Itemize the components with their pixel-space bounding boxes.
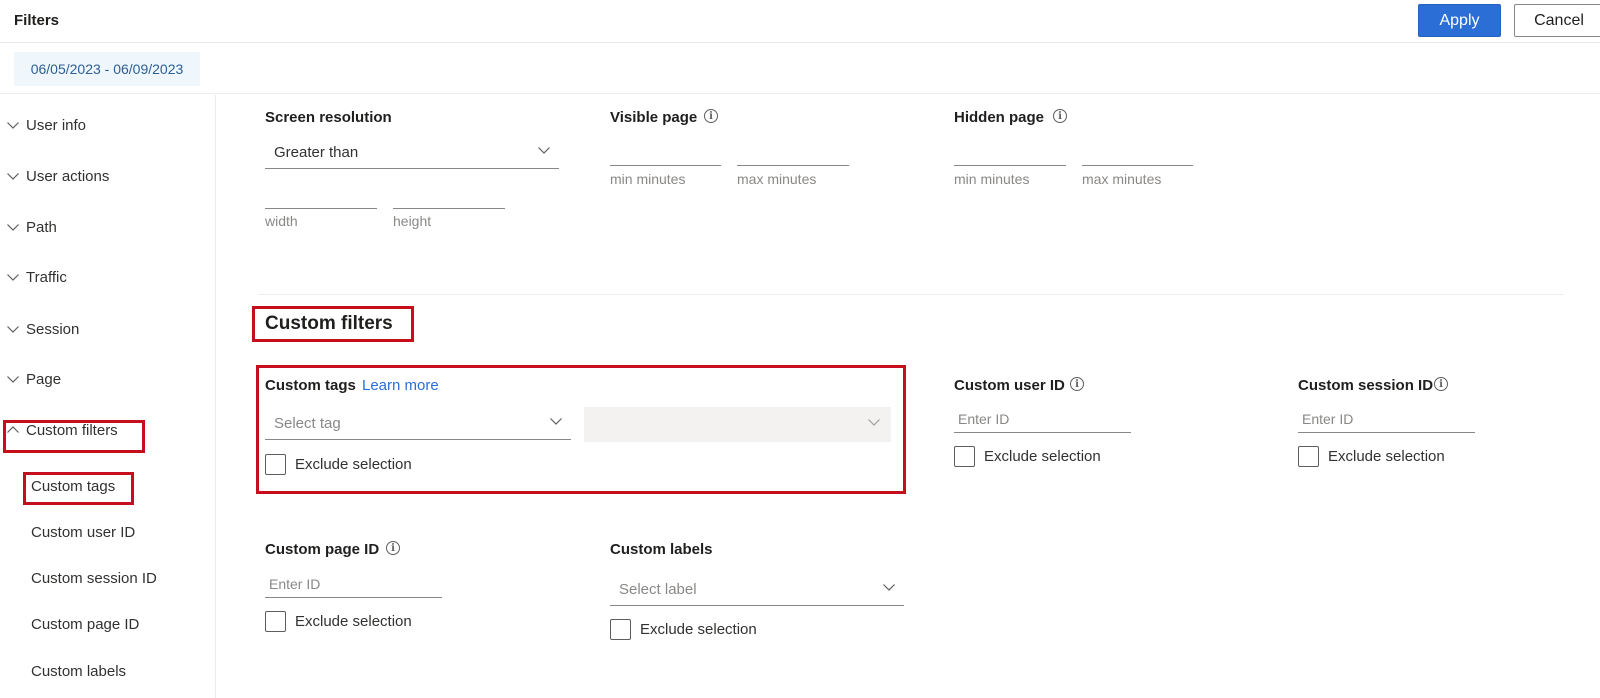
custom-labels-dropdown[interactable]: Select label — [610, 573, 904, 606]
sidebar-item-user-actions[interactable]: User actions — [0, 161, 109, 191]
visible-min-hint: min minutes — [610, 171, 686, 187]
sidebar-divider — [215, 95, 216, 698]
info-icon[interactable]: i — [386, 541, 400, 555]
page-title: Filters — [14, 12, 60, 29]
section-divider — [258, 294, 1564, 295]
chevron-down-icon — [0, 322, 26, 336]
chevron-down-icon — [0, 372, 26, 386]
custom-tags-label: Custom tags — [265, 377, 356, 394]
chevron-down-icon — [867, 415, 881, 434]
divider — [0, 93, 1600, 94]
tag-value-dropdown — [584, 407, 891, 442]
sidebar-subitem-custom-page-id[interactable]: Custom page ID — [31, 616, 139, 633]
width-input[interactable] — [265, 192, 377, 209]
chevron-down-icon — [0, 169, 26, 183]
sidebar-item-label: User actions — [26, 167, 110, 185]
screen-resolution-label: Screen resolution — [265, 109, 392, 126]
checkbox-label: Exclude selection — [295, 456, 412, 473]
custom-session-id-label: Custom session ID — [1298, 377, 1434, 394]
sidebar-subitem-custom-user-id[interactable]: Custom user ID — [31, 524, 135, 541]
tag-select-dropdown[interactable]: Select tag — [265, 407, 571, 440]
dropdown-placeholder: Select tag — [274, 414, 341, 432]
sidebar-item-label: Page — [26, 370, 62, 388]
custom-user-id-label: Custom user ID — [954, 377, 1065, 394]
dropdown-value: Greater than — [274, 143, 359, 161]
custom-session-id-exclude-checkbox[interactable]: Exclude selection — [1298, 446, 1445, 467]
screen-resolution-operator-dropdown[interactable]: Greater than — [265, 136, 559, 169]
visible-page-label: Visible page — [610, 109, 698, 126]
checkbox-label: Exclude selection — [984, 448, 1101, 465]
custom-tags-exclude-checkbox[interactable]: Exclude selection — [265, 454, 412, 475]
custom-labels-label: Custom labels — [610, 541, 713, 558]
highlight-box — [3, 420, 145, 453]
custom-labels-exclude-checkbox[interactable]: Exclude selection — [610, 619, 757, 640]
highlight-box — [252, 306, 414, 342]
sidebar-item-label: Path — [26, 218, 57, 236]
hidden-max-input[interactable] — [1082, 149, 1193, 166]
sidebar-item-label: Session — [26, 320, 80, 338]
input-placeholder: Enter ID — [1302, 411, 1354, 427]
checkbox-label: Exclude selection — [1328, 448, 1445, 465]
hidden-min-hint: min minutes — [954, 171, 1030, 187]
checkbox-box[interactable] — [265, 454, 286, 475]
info-icon[interactable]: i — [1434, 377, 1448, 391]
sidebar-item-path[interactable]: Path — [0, 212, 57, 242]
height-input[interactable] — [393, 192, 505, 209]
checkbox-box[interactable] — [954, 446, 975, 467]
info-icon[interactable]: i — [1070, 377, 1084, 391]
cancel-button[interactable]: Cancel — [1514, 4, 1600, 37]
sidebar-item-user-info[interactable]: User info — [0, 110, 86, 140]
dropdown-placeholder: Select label — [619, 580, 697, 598]
checkbox-box[interactable] — [265, 611, 286, 632]
checkbox-box[interactable] — [610, 619, 631, 640]
chevron-down-icon — [882, 580, 896, 598]
custom-user-id-exclude-checkbox[interactable]: Exclude selection — [954, 446, 1101, 467]
checkbox-label: Exclude selection — [295, 613, 412, 630]
highlight-box — [23, 472, 134, 505]
height-hint: height — [393, 213, 432, 229]
chevron-down-icon — [537, 143, 551, 161]
date-range-chip[interactable]: 06/05/2023 - 06/09/2023 — [14, 52, 200, 86]
input-placeholder: Enter ID — [958, 411, 1010, 427]
learn-more-link[interactable]: Learn more — [362, 377, 439, 394]
sidebar-item-traffic[interactable]: Traffic — [0, 262, 67, 292]
sidebar-subitem-custom-session-id[interactable]: Custom session ID — [31, 570, 157, 587]
width-hint: width — [265, 213, 298, 229]
info-icon[interactable]: i — [704, 109, 718, 123]
info-icon[interactable]: i — [1053, 109, 1067, 123]
sidebar-item-session[interactable]: Session — [0, 314, 79, 344]
chevron-down-icon — [0, 270, 26, 284]
visible-max-hint: max minutes — [737, 171, 817, 187]
visible-min-input[interactable] — [610, 149, 721, 166]
hidden-max-hint: max minutes — [1082, 171, 1162, 187]
custom-page-id-label: Custom page ID — [265, 541, 380, 558]
visible-max-input[interactable] — [737, 149, 849, 166]
input-placeholder: Enter ID — [269, 576, 321, 592]
sidebar-item-label: User info — [26, 116, 87, 134]
chevron-down-icon — [549, 414, 563, 432]
sidebar-item-page[interactable]: Page — [0, 364, 61, 394]
top-bar: Filters Apply Cancel — [0, 0, 1600, 43]
sidebar-subitem-custom-labels[interactable]: Custom labels — [31, 663, 126, 680]
checkbox-box[interactable] — [1298, 446, 1319, 467]
hidden-min-input[interactable] — [954, 149, 1066, 166]
checkbox-label: Exclude selection — [640, 621, 757, 638]
custom-page-id-exclude-checkbox[interactable]: Exclude selection — [265, 611, 412, 632]
chevron-down-icon — [0, 220, 26, 234]
chevron-down-icon — [0, 118, 26, 132]
hidden-page-label: Hidden page — [954, 109, 1045, 126]
sidebar-item-label: Traffic — [26, 268, 67, 286]
apply-button[interactable]: Apply — [1418, 4, 1501, 37]
